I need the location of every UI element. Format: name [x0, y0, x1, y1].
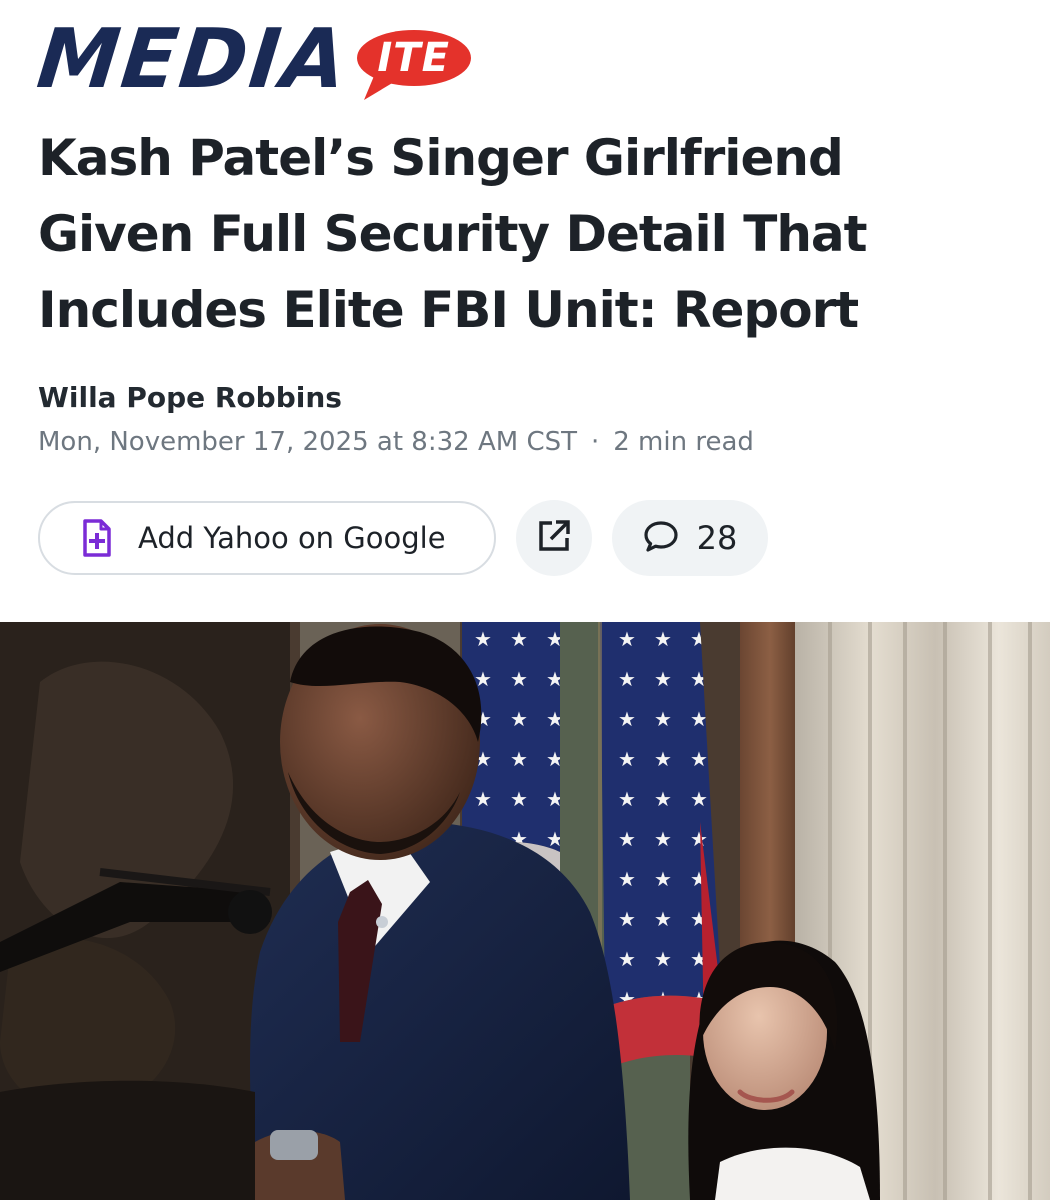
comment-count: 28: [696, 519, 738, 557]
read-time: 2 min read: [613, 427, 754, 457]
add-yahoo-on-google-button[interactable]: Add Yahoo on Google: [38, 501, 496, 575]
article-header: MEDIA ITE Kash Patel’s Singer Girlfriend…: [0, 0, 1050, 622]
mediaite-logo[interactable]: MEDIA ITE: [33, 12, 474, 108]
publish-timestamp: Mon, November 17, 2025 at 8:32 AM CST: [38, 427, 577, 457]
logo-badge-text: ITE: [377, 35, 450, 81]
meta-separator: ·: [590, 427, 600, 457]
press-conference-photo: ★: [0, 622, 1050, 1200]
logo-wordmark: MEDIA: [33, 12, 353, 107]
author-name[interactable]: Willa Pope Robbins: [38, 380, 342, 416]
article-hero-image: ★: [0, 622, 1050, 1200]
share-button[interactable]: [516, 500, 592, 576]
comments-button[interactable]: 28: [612, 500, 768, 576]
article-headline: Kash Patel’s Singer Girlfriend Given Ful…: [38, 129, 868, 339]
article-actions: Add Yahoo on Google 28: [38, 499, 768, 577]
article-meta: Mon, November 17, 2025 at 8:32 AM CST · 2 …: [38, 424, 754, 460]
add-yahoo-on-google-label: Add Yahoo on Google: [138, 521, 446, 555]
external-share-icon: [536, 518, 572, 559]
add-document-icon: [82, 519, 112, 557]
logo-speech-badge: ITE: [354, 28, 474, 104]
comment-bubble-icon: [643, 519, 679, 558]
